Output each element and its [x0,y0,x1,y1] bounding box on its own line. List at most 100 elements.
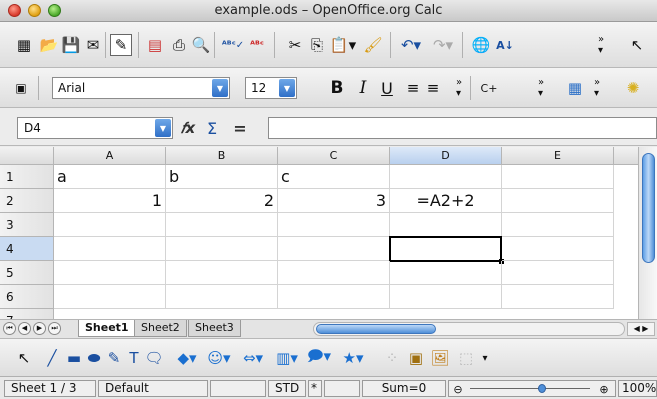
cell-a3[interactable] [54,213,166,237]
chevron-down-icon[interactable]: ▼ [212,79,228,97]
first-sheet-icon[interactable]: ⏮ [3,322,16,335]
from-file-icon[interactable]: 🖼 [430,348,450,368]
cell-c1[interactable]: c [278,165,390,189]
italic-button[interactable]: I [354,77,372,99]
cell-c4[interactable] [278,237,390,261]
cell-e5[interactable] [502,261,614,285]
document-modified-status[interactable]: * [308,380,322,397]
email-document-icon[interactable]: ✉ [82,34,104,56]
cell-a6[interactable] [54,285,166,309]
select-all-corner[interactable] [0,147,54,165]
new-document-icon[interactable]: ▦ [12,34,36,56]
cell-d6[interactable] [390,285,502,309]
horizontal-scroll-thumb[interactable] [316,324,436,334]
select-pointer-icon[interactable]: ↖ [626,34,648,56]
spreadsheet-grid[interactable]: A B C D E 1 2 3 4 5 6 7 a b c 1 2 3 =A2+… [0,147,638,319]
cell-d2[interactable]: =A2+2 [390,189,502,213]
scroll-arrows-icon[interactable]: ◀ ▶ [627,322,655,336]
line-tool-icon[interactable]: ╱ [42,348,62,368]
cell-a4[interactable] [54,237,166,261]
callout-tool-icon[interactable]: 🗨 [144,348,164,368]
row-header-3[interactable]: 3 [0,213,54,237]
undo-icon[interactable]: ↶▾ [396,34,426,56]
chevron-down-icon[interactable]: ▼ [279,79,295,97]
fontwork-icon[interactable]: ▣ [406,348,426,368]
row-header-2[interactable]: 2 [0,189,54,213]
align-center-icon[interactable]: ≡ [424,77,442,99]
symbol-shapes-icon[interactable]: ☺▾ [204,348,234,368]
export-pdf-icon[interactable]: ▤ [144,34,166,56]
vertical-scrollbar[interactable] [638,147,657,319]
hyperlink-icon[interactable]: 🌐 [470,34,492,56]
cell-c6[interactable] [278,285,390,309]
row-header-7[interactable]: 7 [0,309,54,319]
row-header-5[interactable]: 5 [0,261,54,285]
save-icon[interactable]: 💾 [60,34,82,56]
toolbar-overflow-chevron-icon[interactable]: » ▾ [534,72,548,104]
horizontal-scrollbar[interactable] [313,322,625,336]
currency-format-button[interactable]: C+ [478,77,500,99]
page-preview-icon[interactable]: 🔍 [190,34,212,56]
chevron-down-icon[interactable]: ▼ [155,119,171,137]
column-header-e[interactable]: E [502,147,614,165]
name-box[interactable]: D4 ▼ [17,117,173,139]
column-header-c[interactable]: C [278,147,390,165]
text-tool-icon[interactable]: T [124,348,144,368]
bold-button[interactable]: B [328,77,346,99]
zoom-slider-knob[interactable] [538,384,546,393]
column-header-a[interactable]: A [54,147,166,165]
paste-icon[interactable]: 📋▾ [328,34,358,56]
toolbar-overflow-chevron-icon[interactable]: ▾ [478,348,492,368]
cell-e2[interactable] [502,189,614,213]
cut-icon[interactable]: ✂ [284,34,306,56]
zoom-level-status[interactable]: 100% [618,380,657,397]
next-sheet-icon[interactable]: ▶ [33,322,46,335]
cell-c3[interactable] [278,213,390,237]
cell-b2[interactable]: 2 [166,189,278,213]
cell-b6[interactable] [166,285,278,309]
print-icon[interactable]: ⎙ [168,34,190,56]
cell-a1[interactable]: a [54,165,166,189]
sheet-tab-sheet3[interactable]: Sheet3 [188,320,241,337]
zoom-slider-track[interactable] [470,388,590,389]
open-folder-icon[interactable]: 📂 [38,34,60,56]
cell-a2[interactable]: 1 [54,189,166,213]
row-header-4[interactable]: 4 [0,237,54,261]
cell-a5[interactable] [54,261,166,285]
ellipse-tool-icon[interactable]: ⬬ [84,348,104,368]
row-header-6[interactable]: 6 [0,285,54,309]
font-size-select[interactable]: 12 ▼ [245,77,297,99]
borders-icon[interactable]: ▦ [564,77,586,99]
sheet-tab-sheet1[interactable]: Sheet1 [78,320,136,337]
freeform-line-icon[interactable]: ✎ [104,348,124,368]
cell-b1[interactable]: b [166,165,278,189]
formula-equals-icon[interactable]: = [230,118,250,138]
styles-formatting-icon[interactable]: ▣ [10,78,32,98]
cell-d5[interactable] [390,261,502,285]
page-style-status[interactable]: Default [98,380,208,397]
cell-b5[interactable] [166,261,278,285]
cell-d4-active[interactable] [389,236,502,262]
edit-file-icon[interactable]: ✎ [110,34,132,56]
block-arrows-icon[interactable]: ⇔▾ [238,348,268,368]
align-left-icon[interactable]: ≡ [404,77,422,99]
column-header-b[interactable]: B [166,147,278,165]
font-name-select[interactable]: Arial ▼ [52,77,230,99]
cell-d1[interactable] [390,165,502,189]
toolbar-overflow-chevron-icon[interactable]: » ▾ [592,28,610,62]
cell-e4[interactable] [502,237,614,261]
cell-b3[interactable] [166,213,278,237]
function-wizard-icon[interactable]: 𝑓x [178,118,198,138]
formula-input[interactable] [268,117,657,139]
sum-status[interactable]: Sum=0 [362,380,446,397]
cell-e1[interactable] [502,165,614,189]
cell-e3[interactable] [502,213,614,237]
stars-icon[interactable]: ★▾ [338,348,368,368]
flowchart-icon[interactable]: ▥▾ [272,348,302,368]
points-icon[interactable]: ⁘ [382,348,402,368]
cell-c2[interactable]: 3 [278,189,390,213]
toolbar-overflow-chevron-icon[interactable]: » ▾ [590,72,604,104]
spellcheck-icon[interactable]: ᴬᴮᶜ✓ [222,34,244,56]
zoom-out-icon[interactable]: ⊖ [452,383,464,396]
cell-b4[interactable] [166,237,278,261]
